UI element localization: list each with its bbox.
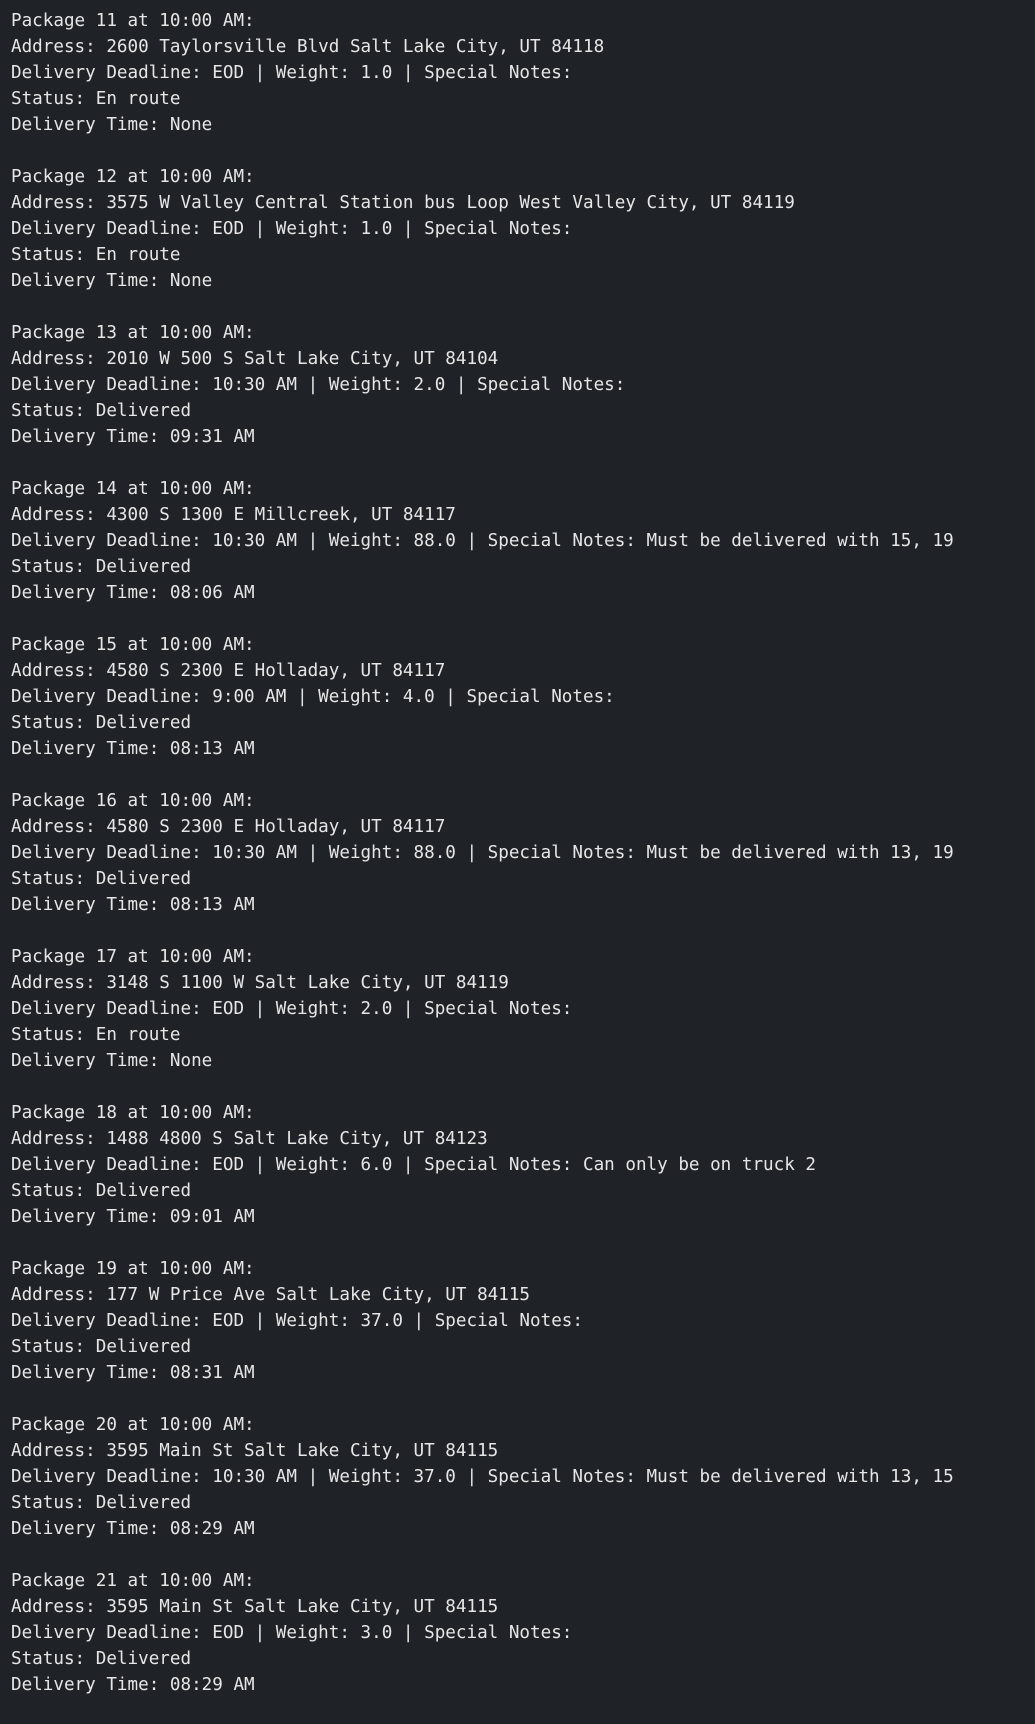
package-block: Package 18 at 10:00 AM: Address: 1488 48… <box>11 1100 1029 1230</box>
package-status: Status: En route <box>11 89 181 109</box>
package-delivery-time: Delivery Time: 08:13 AM <box>11 739 255 759</box>
package-delivery-time: Delivery Time: 09:01 AM <box>11 1207 255 1227</box>
package-header: Package 15 at 10:00 AM: <box>11 635 255 655</box>
package-delivery-time: Delivery Time: 08:29 AM <box>11 1675 255 1695</box>
package-details: Delivery Deadline: EOD | Weight: 3.0 | S… <box>11 1623 573 1643</box>
package-details: Delivery Deadline: 10:30 AM | Weight: 37… <box>11 1467 954 1487</box>
package-address: Address: 2600 Taylorsville Blvd Salt Lak… <box>11 37 605 57</box>
package-address: Address: 2010 W 500 S Salt Lake City, UT… <box>11 349 499 369</box>
package-block: Package 17 at 10:00 AM: Address: 3148 S … <box>11 944 1029 1074</box>
package-delivery-time: Delivery Time: 08:06 AM <box>11 583 255 603</box>
terminal-output: Package 11 at 10:00 AM: Address: 2600 Ta… <box>11 8 1029 1724</box>
package-address: Address: 4300 S 1300 E Millcreek, UT 841… <box>11 505 456 525</box>
package-block: Package 12 at 10:00 AM: Address: 3575 W … <box>11 164 1029 294</box>
package-block: Package 19 at 10:00 AM: Address: 177 W P… <box>11 1256 1029 1386</box>
package-address: Address: 4580 S 2300 E Holladay, UT 8411… <box>11 661 446 681</box>
package-header: Package 12 at 10:00 AM: <box>11 167 255 187</box>
package-details: Delivery Deadline: 10:30 AM | Weight: 88… <box>11 531 954 551</box>
package-header: Package 13 at 10:00 AM: <box>11 323 255 343</box>
package-status: Status: Delivered <box>11 557 192 577</box>
package-header: Package 20 at 10:00 AM: <box>11 1415 255 1435</box>
package-block: Package 21 at 10:00 AM: Address: 3595 Ma… <box>11 1568 1029 1698</box>
package-header: Package 17 at 10:00 AM: <box>11 947 255 967</box>
package-block: Package 15 at 10:00 AM: Address: 4580 S … <box>11 632 1029 762</box>
package-delivery-time: Delivery Time: 09:31 AM <box>11 427 255 447</box>
package-status: Status: Delivered <box>11 1649 192 1669</box>
package-block: Package 11 at 10:00 AM: Address: 2600 Ta… <box>11 8 1029 138</box>
package-details: Delivery Deadline: 10:30 AM | Weight: 88… <box>11 843 954 863</box>
package-details: Delivery Deadline: EOD | Weight: 1.0 | S… <box>11 63 573 83</box>
package-block: Package 13 at 10:00 AM: Address: 2010 W … <box>11 320 1029 450</box>
package-delivery-time: Delivery Time: None <box>11 1051 213 1071</box>
package-address: Address: 4580 S 2300 E Holladay, UT 8411… <box>11 817 446 837</box>
package-header: Package 11 at 10:00 AM: <box>11 11 255 31</box>
package-details: Delivery Deadline: EOD | Weight: 6.0 | S… <box>11 1155 817 1175</box>
package-status: Status: Delivered <box>11 1337 192 1357</box>
package-header: Package 18 at 10:00 AM: <box>11 1103 255 1123</box>
package-delivery-time: Delivery Time: 08:13 AM <box>11 895 255 915</box>
package-address: Address: 1488 4800 S Salt Lake City, UT … <box>11 1129 488 1149</box>
package-address: Address: 3575 W Valley Central Station b… <box>11 193 795 213</box>
package-address: Address: 3595 Main St Salt Lake City, UT… <box>11 1597 499 1617</box>
package-status: Status: Delivered <box>11 1181 192 1201</box>
package-status: Status: Delivered <box>11 869 192 889</box>
package-details: Delivery Deadline: EOD | Weight: 2.0 | S… <box>11 999 573 1019</box>
package-status: Status: En route <box>11 1025 181 1045</box>
package-block: Package 20 at 10:00 AM: Address: 3595 Ma… <box>11 1412 1029 1542</box>
package-status: Status: Delivered <box>11 401 192 421</box>
package-details: Delivery Deadline: EOD | Weight: 37.0 | … <box>11 1311 583 1331</box>
package-address: Address: 177 W Price Ave Salt Lake City,… <box>11 1285 531 1305</box>
package-address: Address: 3595 Main St Salt Lake City, UT… <box>11 1441 499 1461</box>
package-status: Status: En route <box>11 245 181 265</box>
package-status: Status: Delivered <box>11 1493 192 1513</box>
package-details: Delivery Deadline: EOD | Weight: 1.0 | S… <box>11 219 573 239</box>
package-header: Package 16 at 10:00 AM: <box>11 791 255 811</box>
package-header: Package 14 at 10:00 AM: <box>11 479 255 499</box>
package-details: Delivery Deadline: 10:30 AM | Weight: 2.… <box>11 375 626 395</box>
package-status: Status: Delivered <box>11 713 192 733</box>
package-delivery-time: Delivery Time: None <box>11 271 213 291</box>
package-block: Package 14 at 10:00 AM: Address: 4300 S … <box>11 476 1029 606</box>
package-block: Package 16 at 10:00 AM: Address: 4580 S … <box>11 788 1029 918</box>
package-header: Package 21 at 10:00 AM: <box>11 1571 255 1591</box>
package-address: Address: 3148 S 1100 W Salt Lake City, U… <box>11 973 509 993</box>
package-delivery-time: Delivery Time: None <box>11 115 213 135</box>
package-delivery-time: Delivery Time: 08:29 AM <box>11 1519 255 1539</box>
package-delivery-time: Delivery Time: 08:31 AM <box>11 1363 255 1383</box>
package-header: Package 19 at 10:00 AM: <box>11 1259 255 1279</box>
package-details: Delivery Deadline: 9:00 AM | Weight: 4.0… <box>11 687 615 707</box>
